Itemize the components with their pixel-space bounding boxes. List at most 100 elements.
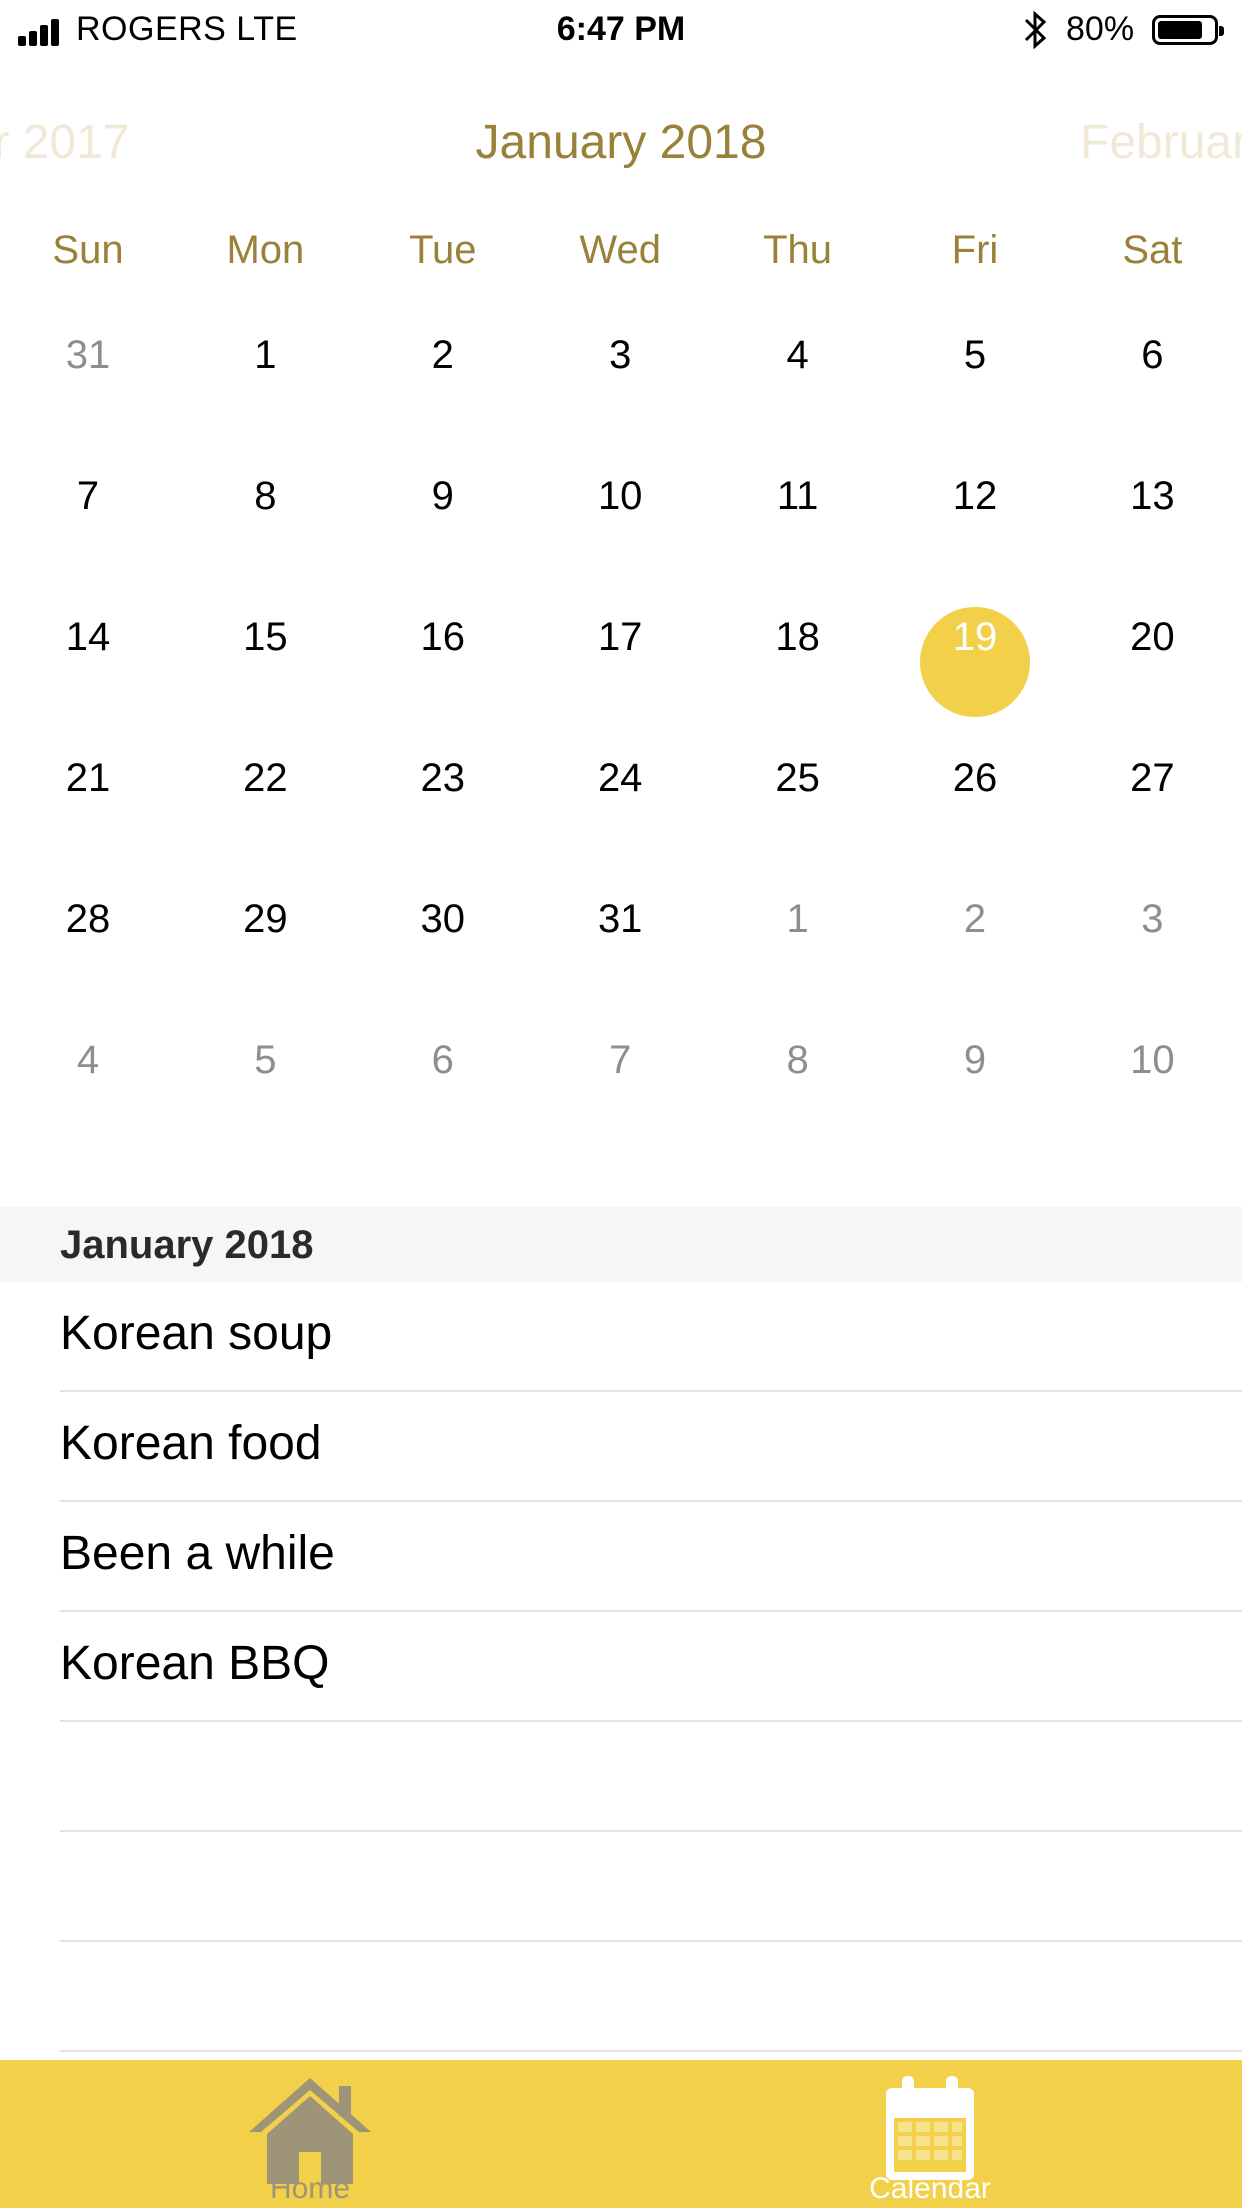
day-cell[interactable]: 2 — [887, 884, 1063, 984]
battery-percentage: 80% — [1066, 10, 1135, 48]
day-cell[interactable]: 9 — [887, 1025, 1063, 1125]
day-cell[interactable]: 10 — [1064, 1025, 1240, 1125]
day-number: 7 — [609, 1038, 632, 1082]
day-cell[interactable]: 20 — [1064, 602, 1240, 702]
day-number: 10 — [1130, 1038, 1175, 1082]
day-cell[interactable]: 13 — [1064, 461, 1240, 561]
day-cell[interactable]: 22 — [177, 743, 353, 843]
day-number: 23 — [420, 756, 466, 800]
day-number: 25 — [775, 756, 820, 800]
day-number: 12 — [952, 474, 998, 518]
day-number: 28 — [65, 897, 111, 941]
day-number: 27 — [1130, 756, 1175, 800]
calendar-grid: 31 1 2 3 4 5 6 7 8 9 10 11 12 13 14 15 16 17 18 19 20 21 22 23 2… — [0, 320, 1242, 1100]
day-number: 21 — [65, 756, 111, 800]
current-month-title: January 2018 — [475, 116, 767, 169]
day-cell[interactable]: 30 — [355, 884, 531, 984]
day-number: 10 — [597, 474, 643, 518]
day-cell[interactable]: 26 — [887, 743, 1063, 843]
day-cell[interactable]: 2 — [355, 320, 531, 420]
day-number: 1 — [254, 333, 277, 377]
day-cell[interactable]: 12 — [887, 461, 1063, 561]
weekday-fri: Fri — [951, 228, 999, 272]
day-cell[interactable]: 29 — [177, 884, 353, 984]
month-switcher: ber 2017 January 2018 February — [0, 115, 1242, 185]
day-cell[interactable]: 9 — [355, 461, 531, 561]
day-number: 18 — [775, 615, 820, 659]
event-row — [60, 1722, 1242, 1832]
status-time: 6:47 PM — [556, 10, 686, 48]
day-cell[interactable]: 4 — [710, 320, 886, 420]
day-number: 31 — [597, 897, 643, 941]
day-cell[interactable]: 21 — [0, 743, 176, 843]
day-number: 31 — [65, 333, 111, 377]
day-cell[interactable]: 3 — [532, 320, 708, 420]
day-number: 17 — [597, 615, 643, 659]
day-cell[interactable]: 31 — [532, 884, 708, 984]
day-number: 5 — [254, 1038, 277, 1082]
day-number: 14 — [65, 615, 111, 659]
day-cell[interactable]: 3 — [1064, 884, 1240, 984]
day-number: 13 — [1130, 474, 1175, 518]
day-number: 3 — [1141, 897, 1164, 941]
day-cell[interactable]: 7 — [0, 461, 176, 561]
day-cell[interactable]: 18 — [710, 602, 886, 702]
day-cell[interactable]: 24 — [532, 743, 708, 843]
day-number: 3 — [609, 333, 632, 377]
tab-home[interactable]: Home — [160, 2060, 460, 2208]
day-number: 24 — [597, 756, 643, 800]
day-cell[interactable]: 10 — [532, 461, 708, 561]
event-row[interactable]: Korean food — [60, 1392, 1242, 1502]
battery-icon — [1152, 15, 1224, 45]
day-number: 30 — [420, 897, 466, 941]
day-cell[interactable]: 8 — [177, 461, 353, 561]
day-number: 20 — [1130, 615, 1175, 659]
day-cell[interactable]: 15 — [177, 602, 353, 702]
day-number: 9 — [963, 1038, 987, 1082]
weekday-tue: Tue — [409, 228, 477, 272]
day-cell[interactable]: 27 — [1064, 743, 1240, 843]
calendar-icon — [886, 2076, 974, 2180]
next-month-label[interactable]: February — [1080, 115, 1242, 170]
day-number: 19 — [952, 615, 998, 659]
day-number: 6 — [431, 1038, 454, 1082]
day-cell[interactable]: 6 — [355, 1025, 531, 1125]
day-number: 8 — [254, 474, 277, 518]
event-title: Korean soup — [60, 1307, 333, 1360]
day-cell[interactable]: 25 — [710, 743, 886, 843]
tab-calendar[interactable]: Calendar — [780, 2060, 1080, 2208]
house-icon — [249, 2078, 371, 2184]
bluetooth-icon — [1024, 10, 1047, 50]
day-cell[interactable]: 7 — [532, 1025, 708, 1125]
day-cell[interactable]: 5 — [887, 320, 1063, 420]
event-title: Korean food — [60, 1417, 322, 1470]
day-number: 4 — [76, 1038, 100, 1082]
tab-calendar-label: Calendar — [869, 2172, 991, 2205]
event-row[interactable]: Korean BBQ — [60, 1612, 1242, 1722]
day-cell[interactable]: 5 — [177, 1025, 353, 1125]
day-cell[interactable]: 14 — [0, 602, 176, 702]
day-number: 8 — [786, 1038, 809, 1082]
day-cell[interactable]: 4 — [0, 1025, 176, 1125]
day-number: 5 — [963, 333, 987, 377]
event-row[interactable]: Been a while — [60, 1502, 1242, 1612]
day-cell[interactable]: 31 — [0, 320, 176, 420]
day-number: 4 — [786, 333, 809, 377]
day-cell[interactable]: 17 — [532, 602, 708, 702]
day-cell[interactable]: 28 — [0, 884, 176, 984]
selected-day-cell[interactable]: 19 — [887, 602, 1063, 717]
events-list: Korean soup Korean food Been a while Korean… — [0, 1282, 1242, 2052]
day-cell[interactable]: 1 — [710, 884, 886, 984]
day-cell[interactable]: 23 — [355, 743, 531, 843]
day-number: 1 — [786, 897, 809, 941]
event-row — [60, 1942, 1242, 2052]
day-cell[interactable]: 8 — [710, 1025, 886, 1125]
day-cell[interactable]: 6 — [1064, 320, 1240, 420]
day-cell[interactable]: 11 — [710, 461, 886, 561]
event-row[interactable]: Korean soup — [60, 1282, 1242, 1392]
day-cell[interactable]: 16 — [355, 602, 531, 702]
events-section-title: January 2018 — [60, 1223, 314, 1267]
day-cell[interactable]: 1 — [177, 320, 353, 420]
day-number: 2 — [431, 333, 454, 377]
weekday-wed: Wed — [579, 228, 661, 272]
